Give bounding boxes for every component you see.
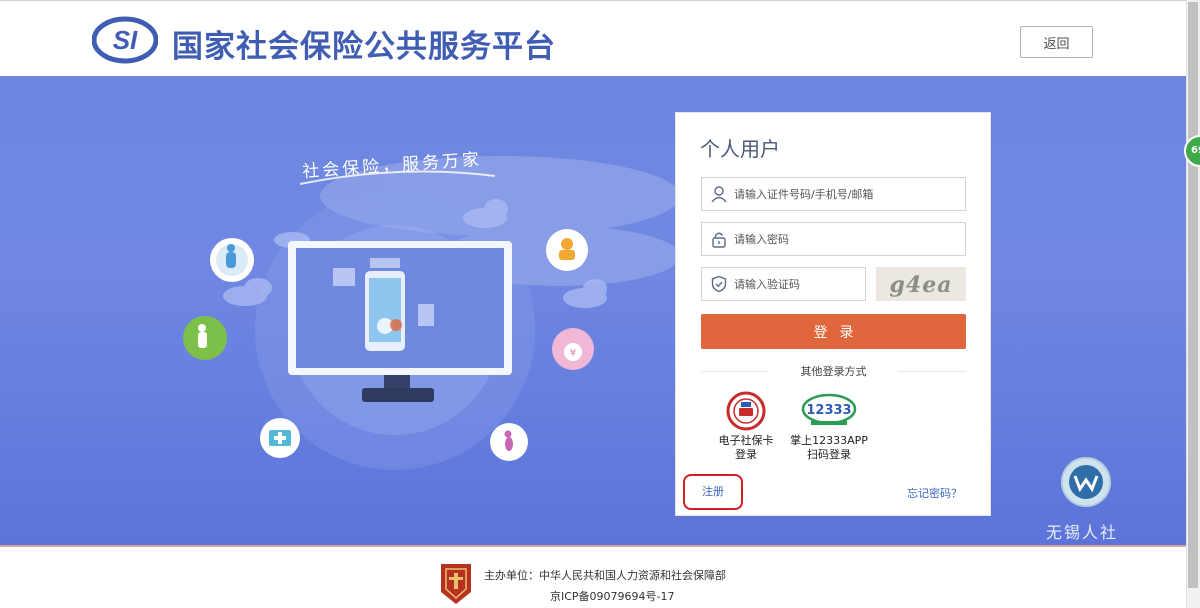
app-12333-icon: 12333 bbox=[801, 393, 857, 425]
wuxi-watermark-text: 无锡人社 bbox=[1046, 523, 1119, 542]
svg-text:SI: SI bbox=[113, 25, 138, 55]
shield-check-icon bbox=[711, 275, 727, 293]
app-label-line1: 掌上12333APP bbox=[790, 434, 868, 447]
si-logo: SI bbox=[92, 16, 158, 64]
app-login-option[interactable]: 12333 掌上12333APP 扫码登录 bbox=[789, 391, 869, 462]
captcha-image[interactable]: g4ea bbox=[876, 267, 966, 301]
scrollbar-thumb[interactable] bbox=[1188, 2, 1198, 588]
government-emblem-icon bbox=[441, 564, 471, 604]
login-title: 个人用户 bbox=[700, 137, 780, 161]
wuxi-hrss-emblem bbox=[1061, 457, 1111, 507]
lock-icon bbox=[712, 232, 726, 248]
ecard-icon bbox=[726, 391, 766, 431]
user-icon bbox=[711, 186, 727, 203]
banner-illustration: ¥ bbox=[183, 156, 680, 470]
app-label-line2: 扫码登录 bbox=[807, 448, 851, 461]
captcha-field[interactable] bbox=[701, 267, 866, 301]
footer-icp[interactable]: 京ICP备09079694号-17 bbox=[550, 588, 675, 604]
svg-text:¥: ¥ bbox=[570, 348, 576, 359]
ecard-label-line2: 登录 bbox=[735, 448, 757, 461]
banner: ¥ 社会保险，服务万家 bbox=[0, 76, 1186, 546]
captcha-input[interactable] bbox=[734, 268, 859, 300]
back-button[interactable]: 返回 bbox=[1020, 26, 1093, 58]
banner-divider bbox=[0, 545, 1186, 547]
ecard-login-option[interactable]: 电子社保卡 登录 bbox=[706, 391, 786, 462]
footer-sponsor: 主办单位：中华人民共和国人力资源和社会保障部 bbox=[484, 569, 726, 582]
site-title: 国家社会保险公共服务平台 bbox=[172, 29, 556, 65]
register-link[interactable]: 注册 bbox=[683, 474, 743, 510]
login-button[interactable]: 登录 bbox=[701, 314, 966, 349]
ecard-label-line1: 电子社保卡 bbox=[718, 434, 774, 447]
password-field[interactable] bbox=[701, 222, 966, 256]
username-input[interactable] bbox=[734, 178, 954, 210]
other-login-label: 其他登录方式 bbox=[701, 363, 966, 379]
page: SI 国家社会保险公共服务平台 返回 ¥ 社会保险，服务万家 个人用户 请输入证… bbox=[0, 0, 1200, 608]
forgot-password-link[interactable]: 忘记密码？ bbox=[907, 485, 962, 501]
app-badge-text: 12333 bbox=[806, 403, 851, 418]
password-input[interactable] bbox=[734, 223, 954, 255]
header: SI 国家社会保险公共服务平台 返回 bbox=[0, 0, 1186, 76]
login-card: 个人用户 g4ea 登录 其他登录方式 bbox=[675, 112, 991, 516]
username-field[interactable] bbox=[701, 177, 966, 211]
